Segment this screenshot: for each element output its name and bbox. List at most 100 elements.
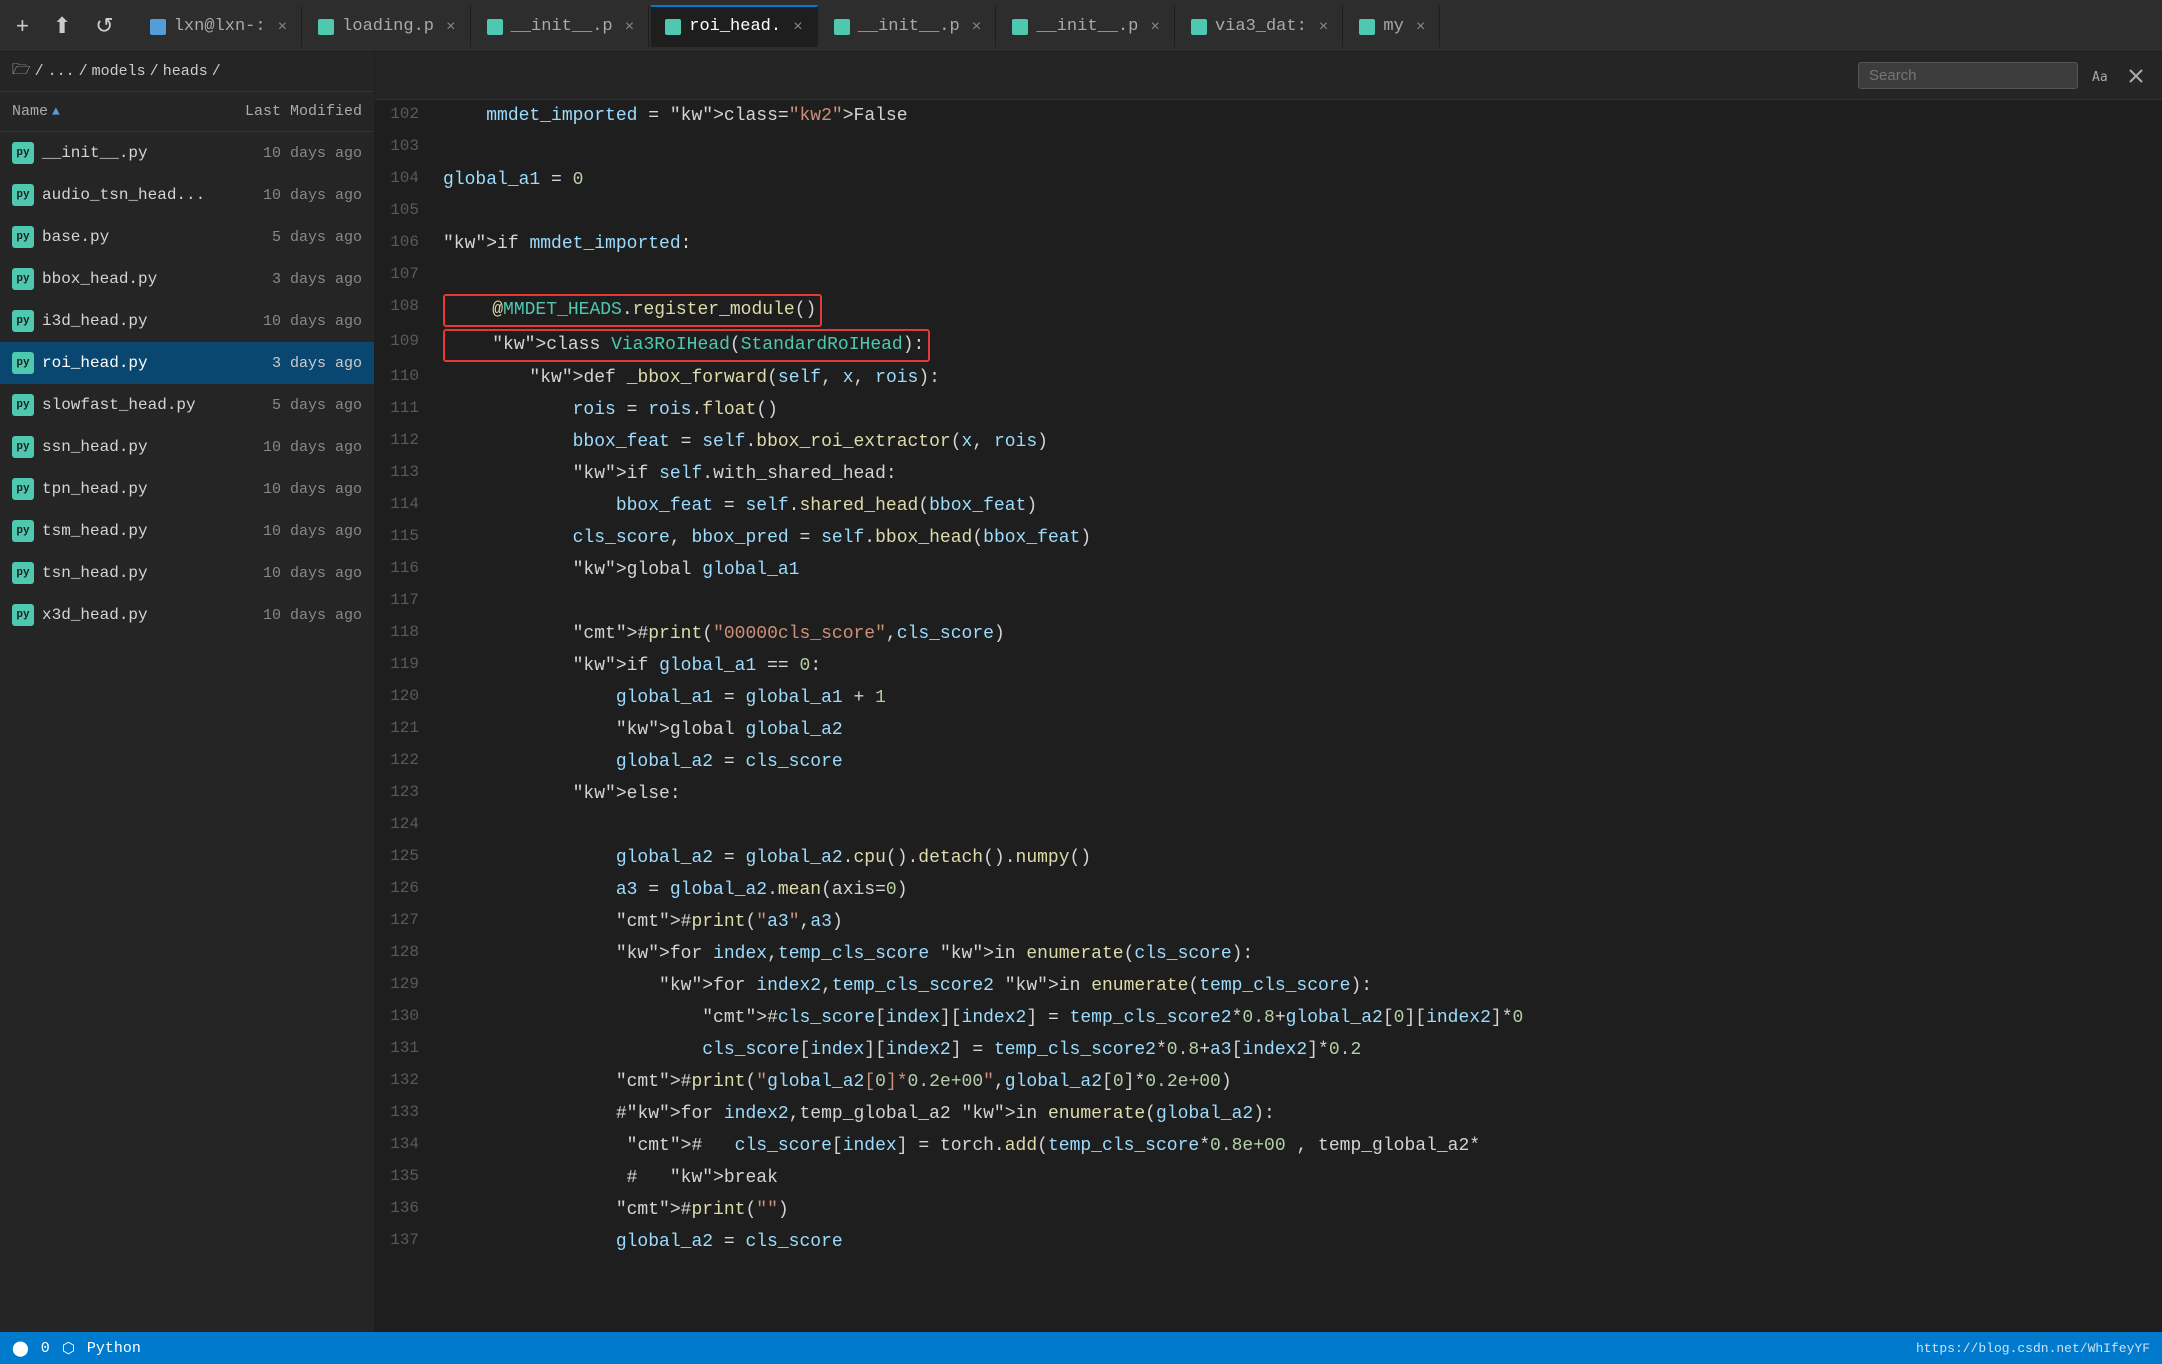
col-modified-header[interactable]: Last Modified (202, 103, 362, 120)
code-line: 130 "cmt">#cls_score[index][index2] = te… (375, 1002, 2162, 1034)
code-line: 115 cls_score, bbox_pred = self.bbox_hea… (375, 522, 2162, 554)
line-number: 131 (375, 1034, 435, 1066)
refresh-button[interactable]: ↺ (87, 9, 121, 43)
tab-close-init3[interactable]: × (1150, 18, 1160, 36)
tab-loading[interactable]: loading.p× (304, 5, 470, 47)
breadcrumb-models[interactable]: models (92, 63, 146, 80)
code-line: 120 global_a1 = global_a1 + 1 (375, 682, 2162, 714)
line-code[interactable]: global_a2 = cls_score (435, 746, 2162, 778)
line-code[interactable]: rois = rois.float() (435, 394, 2162, 426)
line-code[interactable] (435, 132, 2162, 164)
line-code[interactable]: bbox_feat = self.shared_head(bbox_feat) (435, 490, 2162, 522)
list-item[interactable]: pyroi_head.py3 days ago (0, 342, 374, 384)
upload-button[interactable]: ⬆ (45, 9, 79, 43)
breadcrumb: 🗁 / ... / models / heads / (0, 52, 374, 92)
list-item[interactable]: pyi3d_head.py10 days ago (0, 300, 374, 342)
file-icon: py (12, 394, 34, 416)
line-code[interactable]: "cmt">#print("global_a2[0]*0.2e+00",glob… (435, 1066, 2162, 1098)
line-code[interactable]: "kw">def _bbox_forward(self, x, rois): (435, 362, 2162, 394)
code-line: 119 "kw">if global_a1 == 0: (375, 650, 2162, 682)
line-code[interactable]: cls_score[index][index2] = temp_cls_scor… (435, 1034, 2162, 1066)
line-code[interactable]: global_a2 = cls_score (435, 1226, 2162, 1258)
line-code[interactable] (435, 196, 2162, 228)
list-item[interactable]: pytsm_head.py10 days ago (0, 510, 374, 552)
line-code[interactable]: "kw">for index2,temp_cls_score2 "kw">in … (435, 970, 2162, 1002)
code-line: 126 a3 = global_a2.mean(axis=0) (375, 874, 2162, 906)
col-name-header[interactable]: Name ▲ (12, 103, 202, 120)
editor-area: via Aa 102 mmdet_imported = "kw">class="… (375, 52, 2162, 1332)
tab-init1[interactable]: __init__.p× (473, 5, 650, 47)
line-code[interactable]: global_a1 = 0 (435, 164, 2162, 196)
code-editor[interactable]: 102 mmdet_imported = "kw">class="kw2">Fa… (375, 100, 2162, 1332)
line-code[interactable]: "cmt">#print("") (435, 1194, 2162, 1226)
line-code[interactable]: mmdet_imported = "kw">class="kw2">False (435, 100, 2162, 132)
line-code[interactable]: "kw">else: (435, 778, 2162, 810)
line-number: 113 (375, 458, 435, 490)
list-item[interactable]: pyaudio_tsn_head...10 days ago (0, 174, 374, 216)
line-number: 122 (375, 746, 435, 778)
file-icon: py (12, 268, 34, 290)
line-code[interactable] (435, 810, 2162, 842)
tab-close-via3_dat[interactable]: × (1319, 18, 1329, 36)
list-item[interactable]: pytpn_head.py10 days ago (0, 468, 374, 510)
status-bar: ⬤ 0 ⬡ Python https://blog.csdn.net/WhIfe… (0, 1332, 2162, 1364)
line-code[interactable] (435, 586, 2162, 618)
search-input[interactable]: via (1858, 62, 2078, 89)
line-code[interactable]: # "kw">break (435, 1162, 2162, 1194)
search-close-icon[interactable] (2122, 62, 2150, 90)
code-table: 102 mmdet_imported = "kw">class="kw2">Fa… (375, 100, 2162, 1258)
list-item[interactable]: pytsn_head.py10 days ago (0, 552, 374, 594)
line-code[interactable]: "kw">if mmdet_imported: (435, 228, 2162, 260)
tab-via3_dat[interactable]: via3_dat:× (1177, 5, 1343, 47)
new-file-button[interactable]: + (8, 9, 37, 43)
line-code[interactable]: "kw">global global_a1 (435, 554, 2162, 586)
line-code[interactable]: cls_score, bbox_pred = self.bbox_head(bb… (435, 522, 2162, 554)
list-item[interactable]: pybase.py5 days ago (0, 216, 374, 258)
line-code[interactable]: a3 = global_a2.mean(axis=0) (435, 874, 2162, 906)
file-modified: 10 days ago (202, 607, 362, 624)
code-line: 106"kw">if mmdet_imported: (375, 228, 2162, 260)
list-item[interactable]: pyx3d_head.py10 days ago (0, 594, 374, 636)
search-case-icon[interactable]: Aa (2086, 62, 2114, 90)
line-code[interactable]: "cmt"># cls_score[index] = torch.add(tem… (435, 1130, 2162, 1162)
tab-roi_head[interactable]: roi_head. × (651, 5, 817, 47)
tab-close-roi_head[interactable]: × (793, 18, 803, 36)
line-number: 120 (375, 682, 435, 714)
main-area: 🗁 / ... / models / heads / Name ▲ Last M… (0, 52, 2162, 1332)
line-code[interactable]: #"kw">for index2,temp_global_a2 "kw">in … (435, 1098, 2162, 1130)
line-number: 137 (375, 1226, 435, 1258)
tab-label-roi_head: roi_head. (689, 17, 781, 36)
line-code[interactable]: "kw">class Via3RoIHead(StandardRoIHead): (435, 327, 2162, 362)
list-item[interactable]: pybbox_head.py3 days ago (0, 258, 374, 300)
tab-close-lxn[interactable]: × (278, 18, 288, 36)
line-code[interactable]: "cmt">#print("a3",a3) (435, 906, 2162, 938)
list-item[interactable]: pyssn_head.py10 days ago (0, 426, 374, 468)
file-name: i3d_head.py (42, 312, 202, 330)
tab-my[interactable]: my× (1345, 5, 1440, 47)
tab-close-loading[interactable]: × (446, 18, 456, 36)
line-code[interactable]: "kw">if self.with_shared_head: (435, 458, 2162, 490)
line-code[interactable]: "kw">global global_a2 (435, 714, 2162, 746)
line-code[interactable]: "kw">if global_a1 == 0: (435, 650, 2162, 682)
breadcrumb-ellipsis[interactable]: ... (48, 63, 75, 80)
tab-close-init1[interactable]: × (625, 18, 635, 36)
line-code[interactable]: "cmt">#print("00000cls_score",cls_score) (435, 618, 2162, 650)
file-modified: 3 days ago (202, 271, 362, 288)
status-language[interactable]: Python (87, 1340, 141, 1357)
list-item[interactable]: pyslowfast_head.py5 days ago (0, 384, 374, 426)
line-number: 130 (375, 1002, 435, 1034)
line-code[interactable]: global_a2 = global_a2.cpu().detach().num… (435, 842, 2162, 874)
list-item[interactable]: py__init__.py10 days ago (0, 132, 374, 174)
line-code[interactable] (435, 260, 2162, 292)
tab-close-my[interactable]: × (1416, 18, 1426, 36)
tab-close-init2[interactable]: × (972, 18, 982, 36)
line-code[interactable]: bbox_feat = self.bbox_roi_extractor(x, r… (435, 426, 2162, 458)
breadcrumb-heads[interactable]: heads (163, 63, 208, 80)
line-code[interactable]: "kw">for index,temp_cls_score "kw">in en… (435, 938, 2162, 970)
tab-lxn[interactable]: lxn@lxn-:× (136, 5, 302, 47)
tab-init3[interactable]: __init__.p× (998, 5, 1175, 47)
line-code[interactable]: "cmt">#cls_score[index][index2] = temp_c… (435, 1002, 2162, 1034)
line-code[interactable]: @MMDET_HEADS.register_module() (435, 292, 2162, 327)
tab-init2[interactable]: __init__.p× (820, 5, 997, 47)
line-code[interactable]: global_a1 = global_a1 + 1 (435, 682, 2162, 714)
